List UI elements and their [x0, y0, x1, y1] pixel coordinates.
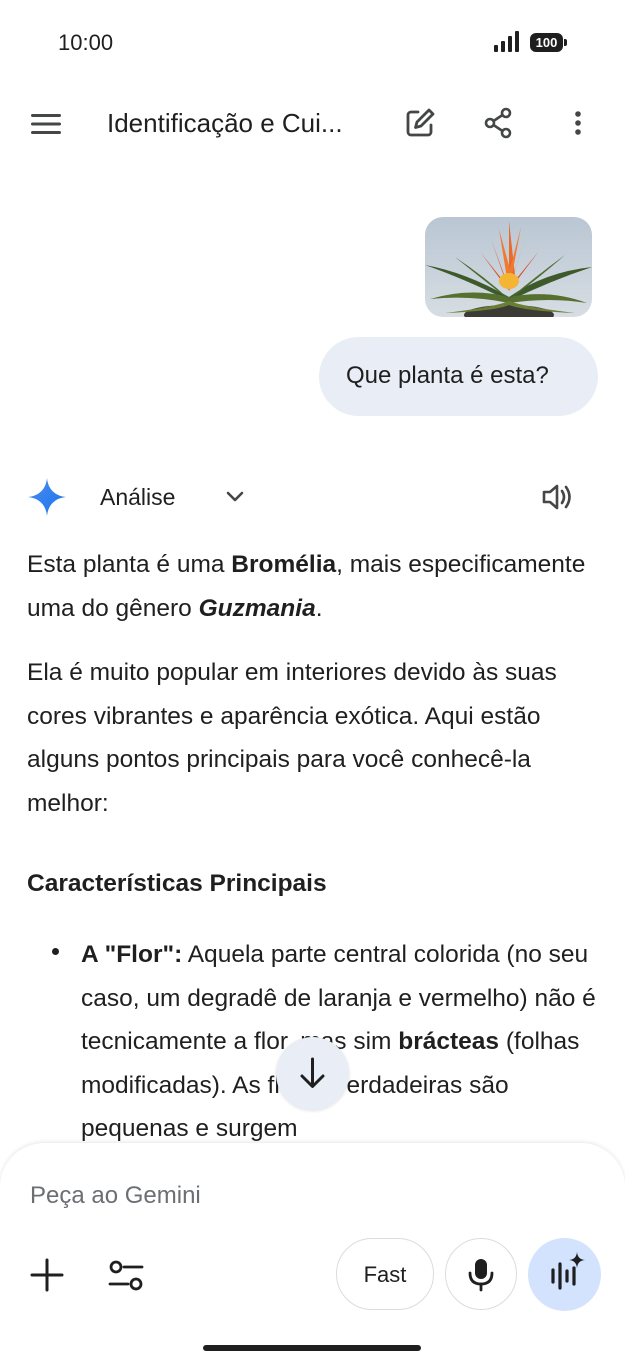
microphone-button[interactable]	[445, 1238, 517, 1310]
battery-level: 100	[530, 33, 563, 52]
scroll-to-bottom-button[interactable]	[276, 1037, 349, 1110]
text-run: Esta planta é uma	[27, 551, 232, 578]
user-message-bubble: Que planta é esta?	[319, 337, 598, 416]
new-chat-button[interactable]	[400, 103, 440, 143]
home-indicator[interactable]	[203, 1345, 421, 1351]
response-paragraph-2: Ela é muito popular em interiores devido…	[27, 659, 557, 817]
live-sparkle-icon	[551, 1252, 585, 1290]
chat-title[interactable]: Identificação e Cui...	[107, 108, 343, 139]
arrow-down-icon	[300, 1057, 325, 1088]
tune-icon	[108, 1260, 144, 1291]
section-heading: Características Principais	[27, 870, 327, 897]
plus-icon	[30, 1258, 64, 1292]
plant-name-bold: Bromélia	[231, 551, 337, 578]
battery-icon: 100	[530, 33, 568, 53]
edit-icon	[406, 108, 435, 137]
bromeliad-photo	[425, 217, 592, 317]
status-time: 10:00	[58, 30, 114, 55]
chevron-down-icon[interactable]	[222, 484, 248, 510]
menu-icon	[31, 114, 61, 134]
prompt-input[interactable]	[30, 1178, 590, 1214]
share-icon	[484, 107, 512, 139]
tools-button[interactable]	[104, 1254, 148, 1298]
text-run: .	[315, 594, 323, 622]
signal-icon	[494, 31, 519, 52]
menu-button[interactable]	[26, 104, 66, 144]
bullet-label: A "Flor":	[81, 941, 183, 968]
add-attachment-button[interactable]	[26, 1254, 68, 1296]
live-voice-button[interactable]	[528, 1238, 601, 1311]
response-paragraph-1: Esta planta é uma Bromélia, mais especif…	[27, 543, 597, 630]
genus-name: Guzmania	[198, 594, 316, 622]
user-message-text: Que planta é esta?	[346, 362, 549, 389]
bullet-marker	[52, 948, 59, 955]
uploaded-plant-image[interactable]	[425, 217, 592, 317]
microphone-icon	[468, 1259, 494, 1292]
speaker-icon	[542, 484, 571, 510]
share-button[interactable]	[478, 103, 518, 143]
more-vert-icon	[575, 111, 581, 135]
bold-term: brácteas	[398, 1028, 500, 1055]
thinking-toggle-label[interactable]: Análise	[100, 484, 175, 511]
gemini-sparkle-icon	[28, 478, 66, 516]
model-mode-button[interactable]: Fast	[336, 1238, 434, 1310]
more-options-button[interactable]	[558, 103, 598, 143]
read-aloud-button[interactable]	[538, 477, 578, 517]
